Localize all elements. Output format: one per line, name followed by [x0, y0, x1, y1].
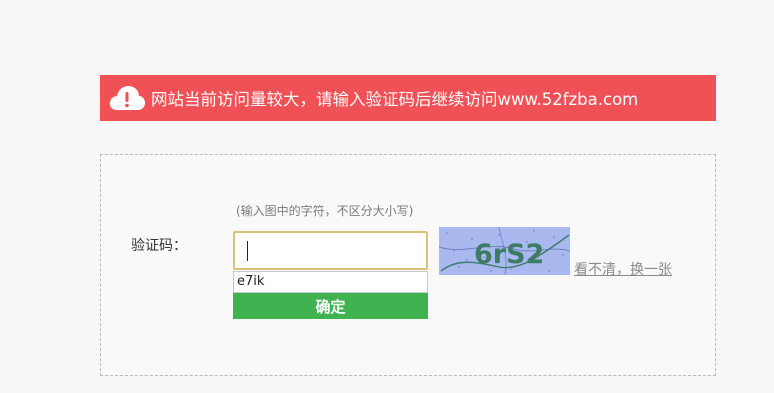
refresh-captcha-link[interactable]: 看不清，换一张 — [574, 259, 672, 279]
captcha-hint: (输入图中的字符，不区分大小写) — [236, 204, 414, 218]
alert-banner: 网站当前访问量较大，请输入验证码后继续访问www.52fzba.com — [100, 75, 716, 121]
captcha-image[interactable]: 6rS2 — [438, 226, 571, 276]
confirm-button[interactable]: 确定 — [233, 293, 428, 319]
banner-message: 网站当前访问量较大，请输入验证码后继续访问www.52fzba.com — [151, 90, 639, 109]
captcha-label: 验证码： — [131, 238, 187, 254]
autocomplete-suggestion[interactable]: e7ik — [233, 271, 428, 293]
captcha-input[interactable] — [233, 231, 428, 270]
text-cursor — [247, 241, 248, 261]
captcha-text: 6rS2 — [474, 239, 544, 270]
cloud-alert-icon — [105, 75, 149, 121]
